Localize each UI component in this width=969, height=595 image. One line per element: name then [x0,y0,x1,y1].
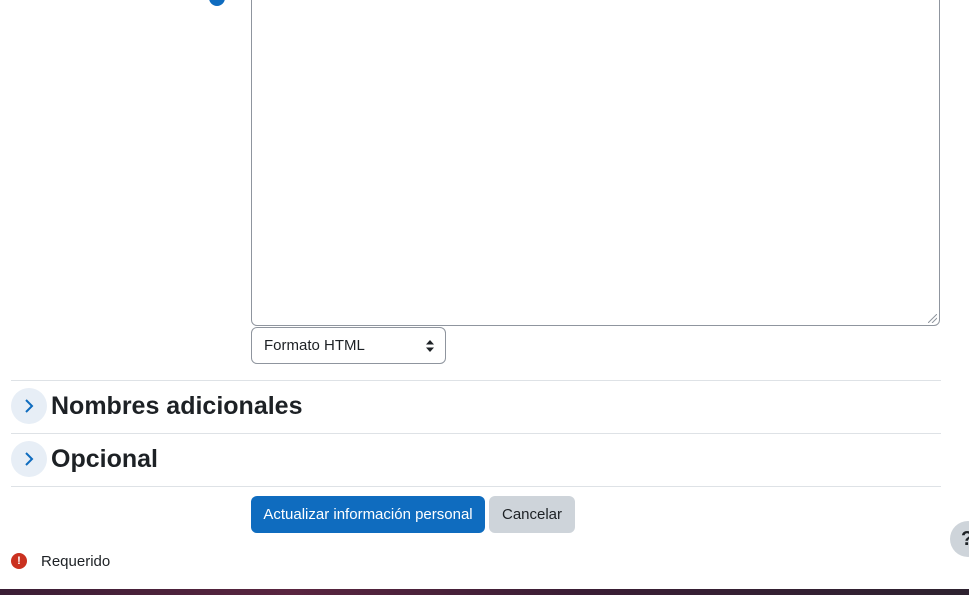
chevron-right-icon [25,399,34,413]
chevron-right-icon [25,452,34,466]
select-caret-icon [426,340,434,352]
section-divider [11,486,941,487]
required-label: Requerido [41,552,111,570]
required-legend: ! Requerido [11,551,110,571]
resize-grip-icon[interactable] [928,314,937,323]
help-button[interactable]: ? [950,521,969,557]
cancel-button[interactable]: Cancelar [489,496,575,533]
section-title[interactable]: Opcional [51,445,158,474]
footer-bar [0,589,969,595]
section-divider [11,380,941,381]
question-mark-icon: ? [961,528,969,551]
section-nombres-adicionales[interactable]: Nombres adicionales [11,388,302,424]
section-opcional[interactable]: Opcional [11,441,158,477]
expand-toggle-button[interactable] [11,388,47,424]
exclamation-circle-icon: ! [11,553,27,569]
edit-profile-form: Formato HTML Nombres adicionales Opciona… [0,0,969,595]
expand-toggle-button[interactable] [11,441,47,477]
update-profile-button[interactable]: Actualizar información personal [251,496,485,533]
help-info-icon[interactable] [209,0,225,6]
section-title[interactable]: Nombres adicionales [51,392,302,421]
format-select[interactable]: Formato HTML [251,327,446,364]
format-select-value: Formato HTML [264,337,365,354]
description-editor[interactable] [251,0,940,326]
section-divider [11,433,941,434]
